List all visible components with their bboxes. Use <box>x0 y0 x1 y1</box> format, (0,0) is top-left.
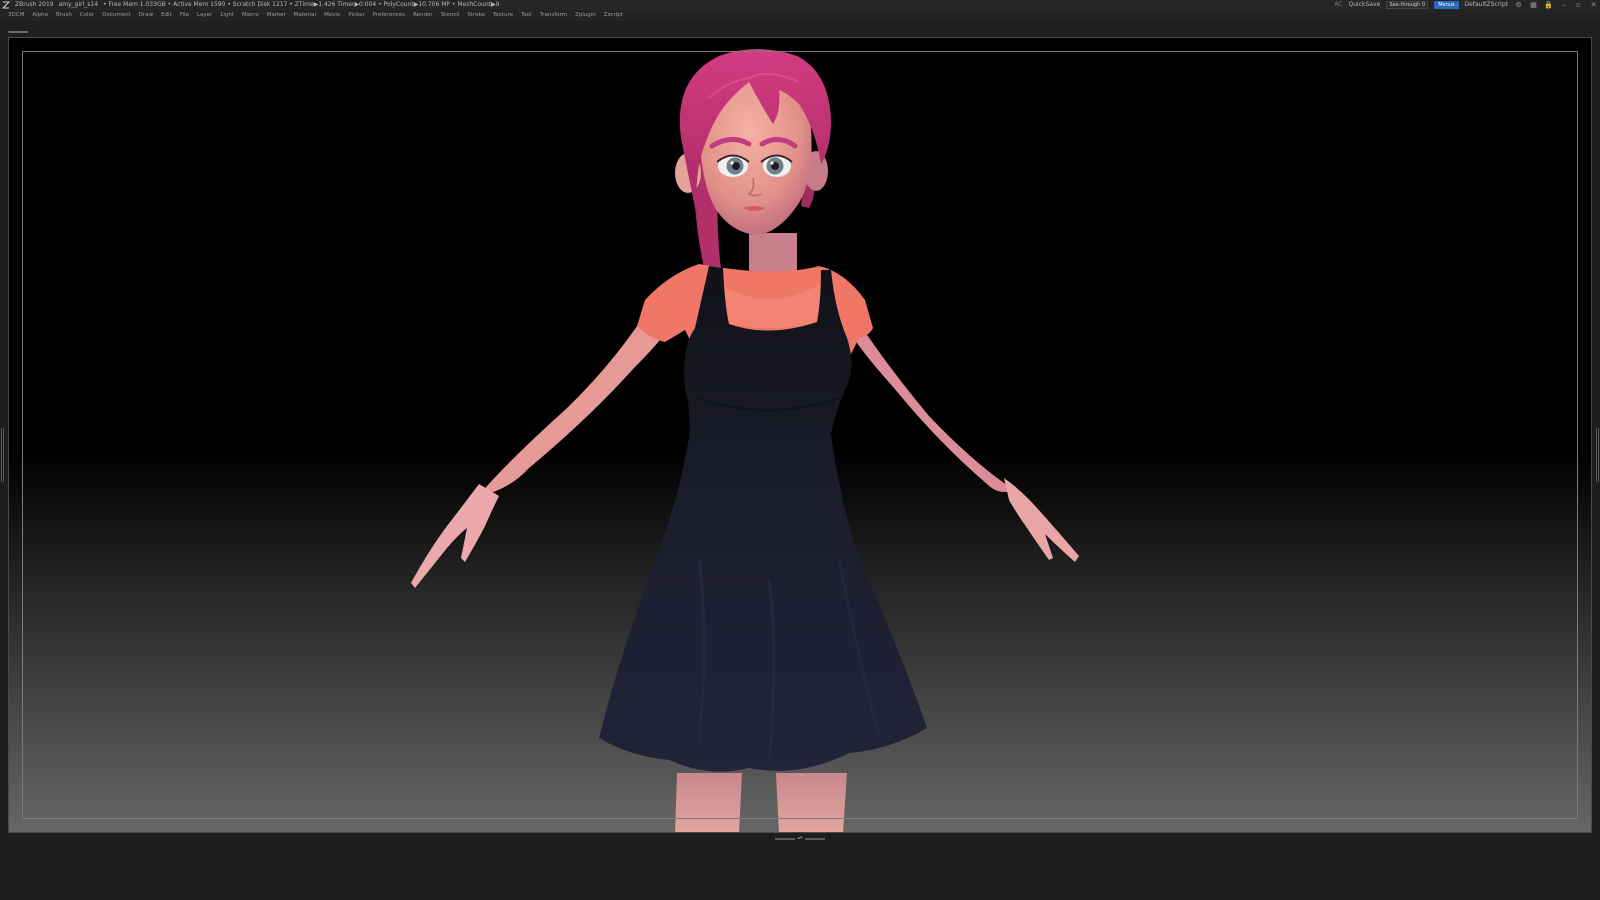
menu-texture[interactable]: Texture <box>493 10 513 21</box>
right-leg <box>776 773 847 832</box>
menu-draw[interactable]: Draw <box>139 10 153 21</box>
left-tray-grip[interactable] <box>1 428 4 482</box>
menu-transform[interactable]: Transform <box>540 10 567 21</box>
menu-zplugin[interactable]: Zplugin <box>575 10 596 21</box>
see-through-label: See-through <box>1389 2 1421 8</box>
menu-3dcm[interactable]: 3DCM <box>8 10 24 21</box>
menu-stencil[interactable]: Stencil <box>441 10 460 21</box>
menu-alpha[interactable]: Alpha <box>32 10 48 21</box>
minimize-icon[interactable]: – <box>1559 1 1568 9</box>
see-through-value: 0 <box>1421 2 1425 8</box>
menu-preferences[interactable]: Preferences <box>373 10 405 21</box>
menu-movie[interactable]: Movie <box>324 10 340 21</box>
left-hand <box>411 484 499 588</box>
menu-bar: 3DCM Alpha Brush Color Document Draw Edit File L… <box>0 10 1600 21</box>
menu-color[interactable]: Color <box>80 10 94 21</box>
right-hand <box>1004 478 1079 562</box>
layout-icon[interactable]: ⚙ <box>1514 1 1523 9</box>
close-icon[interactable]: ✕ <box>1589 1 1598 9</box>
title-bar: ZBrush 2019 amy_girl_s14 • Free Mem 1.03… <box>0 0 1600 10</box>
neck <box>749 233 797 277</box>
menus-button[interactable]: Menus <box>1434 1 1459 9</box>
app-name: ZBrush 2019 <box>15 1 54 8</box>
menu-macro[interactable]: Macro <box>242 10 259 21</box>
bottom-tray-handle[interactable]: ▴▾ <box>772 836 828 841</box>
menu-edit[interactable]: Edit <box>161 10 172 21</box>
see-through-slider[interactable]: See-through 0 <box>1386 1 1429 9</box>
menu-tool[interactable]: Tool <box>521 10 532 21</box>
ac-label[interactable]: AC <box>1334 0 1342 10</box>
restore-icon[interactable]: ▫ <box>1574 1 1583 9</box>
left-arm <box>479 316 669 496</box>
menu-zscript[interactable]: Zscript <box>604 10 623 21</box>
shelf-collapse-handle[interactable] <box>8 31 28 33</box>
memory-stats: • Free Mem 1.033GB • Active Mem 1590 • S… <box>103 1 500 8</box>
quicksave-button[interactable]: QuickSave <box>1349 0 1381 10</box>
menu-file[interactable]: File <box>180 10 189 21</box>
zbrush-logo-icon[interactable] <box>2 1 10 9</box>
right-tray-grip[interactable] <box>1596 428 1599 482</box>
default-zscript-button[interactable]: DefaultZScript <box>1465 0 1508 10</box>
menu-material[interactable]: Material <box>294 10 316 21</box>
file-name: amy_girl_s14 <box>58 1 99 8</box>
document-canvas[interactable] <box>8 37 1592 833</box>
sculpt-model[interactable] <box>9 38 1592 833</box>
menu-marker[interactable]: Marker <box>267 10 286 21</box>
left-leg <box>675 773 742 832</box>
menu-layer[interactable]: Layer <box>197 10 212 21</box>
menu-brush[interactable]: Brush <box>56 10 72 21</box>
menu-stroke[interactable]: Stroke <box>467 10 485 21</box>
menu-picker[interactable]: Picker <box>348 10 364 21</box>
right-arm <box>857 323 1014 492</box>
palette-icon[interactable]: ▦ <box>1529 1 1538 9</box>
menu-light[interactable]: Light <box>220 10 234 21</box>
menu-document[interactable]: Document <box>102 10 131 21</box>
expand-arrows-icon: ▴▾ <box>797 835 803 841</box>
top-shelf <box>0 21 1600 37</box>
bottom-shelf: ▴▾ <box>0 833 1600 900</box>
menu-render[interactable]: Render <box>413 10 433 21</box>
lock-icon[interactable]: 🔒 <box>1544 1 1553 9</box>
